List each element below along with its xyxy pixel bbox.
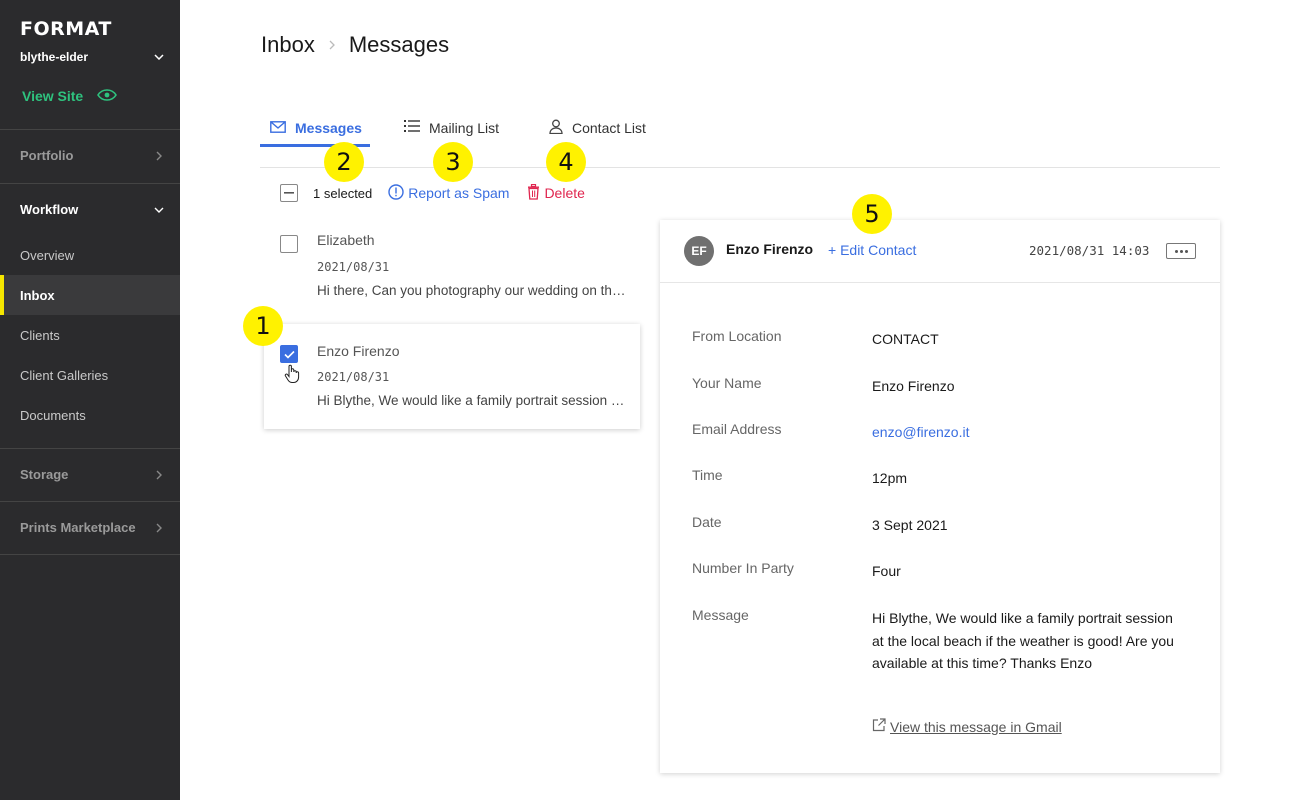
message-sender: Elizabeth <box>317 232 375 248</box>
field-value: 12pm <box>872 470 908 486</box>
selected-count: 1 selected <box>313 185 373 201</box>
site-switcher[interactable]: blythe-elder <box>20 50 164 64</box>
trash-icon <box>527 183 540 203</box>
tab-messages[interactable]: Messages <box>270 108 362 147</box>
callout-marker: 4 <box>546 142 586 182</box>
message-preview: Hi there, Can you photography our weddin… <box>317 283 627 298</box>
field-label: Time <box>692 467 723 483</box>
field-label: From Location <box>692 328 782 344</box>
chevron-right-icon <box>154 523 164 533</box>
sidebar-section-portfolio[interactable]: Portfolio <box>20 148 164 163</box>
sidebar-section-storage[interactable]: Storage <box>20 467 164 482</box>
breadcrumb-current: Messages <box>348 32 450 57</box>
field-label: Your Name <box>692 375 762 391</box>
sidebar-item-documents[interactable]: Documents <box>0 395 180 435</box>
delete-button[interactable]: Delete <box>527 183 585 203</box>
field-value: 3 Sept 2021 <box>872 517 948 533</box>
view-site-link[interactable]: View Site <box>22 88 118 104</box>
minus-icon <box>284 192 294 194</box>
checkmark-icon <box>283 350 295 359</box>
tab-label: Mailing List <box>429 119 500 136</box>
message-preview: Hi Blythe, We would like a family portra… <box>317 393 627 408</box>
report-spam-button[interactable]: Report as Spam <box>388 183 510 203</box>
hand-cursor-icon <box>284 364 300 389</box>
view-in-gmail-link[interactable]: View this message in Gmail <box>872 718 1062 735</box>
view-site-label: View Site <box>22 88 84 104</box>
tab-label: Contact List <box>572 119 646 136</box>
field-label: Message <box>692 607 749 623</box>
external-link-icon <box>872 718 886 735</box>
message-list-item[interactable]: Elizabeth 2021/08/31 Hi there, Can you p… <box>264 219 640 324</box>
message-detail-panel: EF Enzo Firenzo + Edit Contact 2021/08/3… <box>660 220 1220 773</box>
chevron-right-icon <box>329 37 335 53</box>
chevron-down-icon <box>154 52 164 62</box>
chevron-right-icon <box>154 151 164 161</box>
ellipsis-icon <box>1174 249 1178 253</box>
section-label: Storage <box>20 467 69 482</box>
callout-marker: 3 <box>433 142 473 182</box>
message-timestamp: 2021/08/31 14:03 <box>1029 243 1150 258</box>
sidebar-item-overview[interactable]: Overview <box>0 235 180 275</box>
chevron-right-icon <box>154 470 164 480</box>
section-label: Portfolio <box>20 148 74 163</box>
format-logo[interactable]: FORMAT <box>20 18 112 40</box>
bulk-actions-toolbar: 1 selected Report as Spam Delete <box>280 182 585 204</box>
message-checkbox[interactable] <box>280 235 298 253</box>
email-link[interactable]: enzo@firenzo.it <box>872 421 1172 444</box>
message-date: 2021/08/31 <box>317 370 390 384</box>
callout-marker: 1 <box>243 306 283 346</box>
callout-marker: 2 <box>324 142 364 182</box>
sidebar-section-prints-marketplace[interactable]: Prints Marketplace <box>20 520 164 535</box>
sidebar-divider <box>0 501 180 502</box>
sidebar-item-clients[interactable]: Clients <box>0 315 180 355</box>
edit-contact-button[interactable]: + Edit Contact <box>828 242 916 258</box>
contact-name: Enzo Firenzo <box>726 241 814 257</box>
section-label: Workflow <box>20 202 79 217</box>
sidebar-section-workflow[interactable]: Workflow <box>20 202 164 217</box>
more-options-button[interactable] <box>1166 243 1196 259</box>
callout-marker: 5 <box>852 194 892 234</box>
site-name: blythe-elder <box>20 50 89 64</box>
message-list-item-selected[interactable]: Enzo Firenzo 2021/08/31 Hi Blythe, We wo… <box>264 324 640 429</box>
sidebar-item-client-galleries[interactable]: Client Galleries <box>0 355 180 395</box>
field-value: Four <box>872 563 901 579</box>
sidebar: FORMAT blythe-elder View Site Portfolio … <box>0 0 180 800</box>
breadcrumb-root[interactable]: Inbox <box>261 32 315 58</box>
message-date: 2021/08/31 <box>317 260 390 274</box>
sidebar-divider <box>0 554 180 555</box>
delete-label: Delete <box>544 185 585 201</box>
select-all-checkbox[interactable] <box>280 184 298 202</box>
gmail-link-label: View this message in Gmail <box>890 718 1062 735</box>
eye-icon <box>97 88 118 104</box>
field-value: Enzo Firenzo <box>872 378 955 394</box>
field-label: Date <box>692 514 722 530</box>
sidebar-divider <box>0 448 180 449</box>
report-spam-label: Report as Spam <box>408 185 510 201</box>
list-icon <box>404 119 420 136</box>
avatar: EF <box>684 236 714 266</box>
sidebar-divider <box>0 129 180 130</box>
alert-circle-icon <box>388 183 404 203</box>
tab-bar: Messages Mailing List Contact List <box>260 108 1220 168</box>
field-value: CONTACT <box>872 331 939 347</box>
field-label: Number In Party <box>692 560 794 576</box>
message-checkbox-checked[interactable] <box>280 345 298 363</box>
field-value: Hi Blythe, We would like a family portra… <box>872 610 1174 671</box>
message-sender: Enzo Firenzo <box>317 343 400 359</box>
tab-label: Messages <box>295 119 362 136</box>
person-icon <box>549 119 563 137</box>
breadcrumb: Inbox Messages <box>261 32 449 58</box>
field-label: Email Address <box>692 421 782 437</box>
detail-header: EF Enzo Firenzo + Edit Contact 2021/08/3… <box>660 220 1220 283</box>
chevron-down-icon <box>154 205 164 215</box>
sidebar-divider <box>0 183 180 184</box>
sidebar-item-inbox[interactable]: Inbox <box>0 275 180 315</box>
section-label: Prints Marketplace <box>20 520 136 535</box>
envelope-icon <box>270 120 286 136</box>
